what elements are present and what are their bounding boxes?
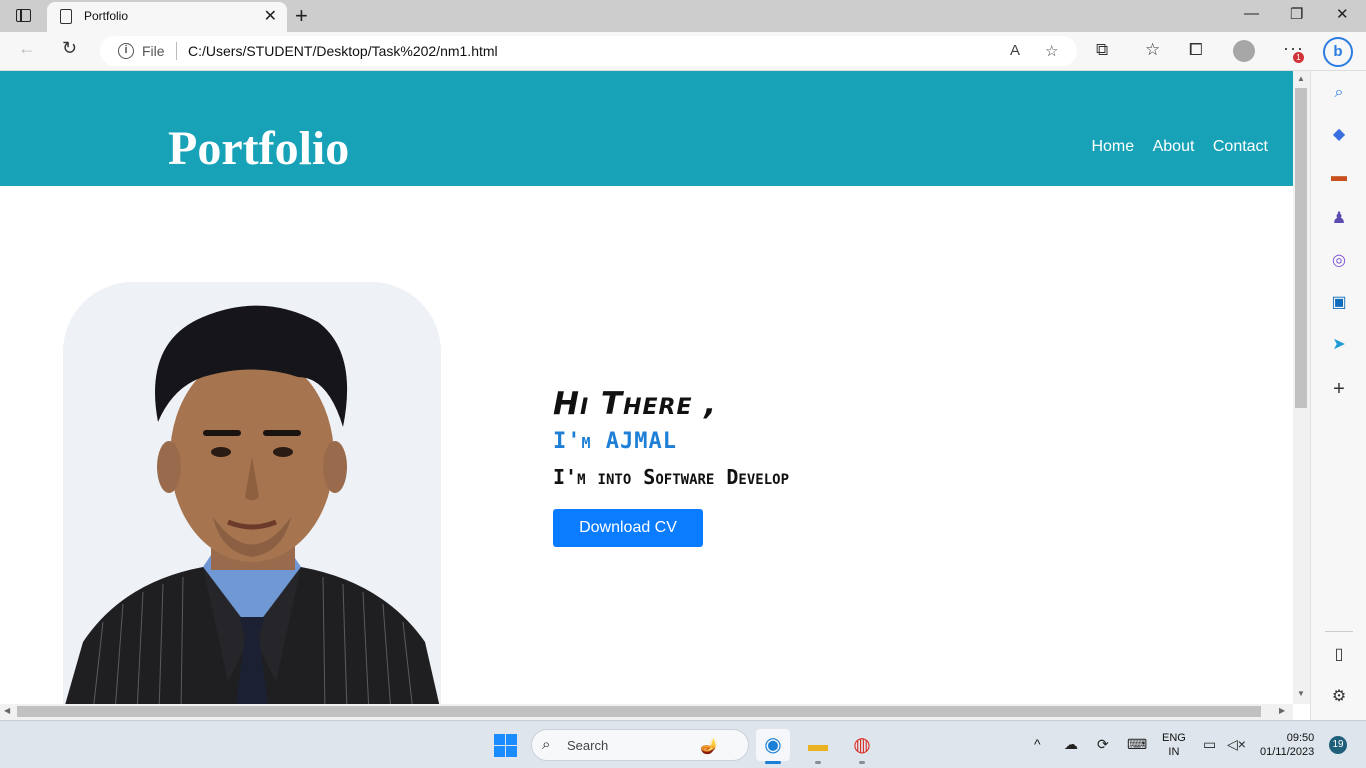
download-cv-button[interactable]: Download CV — [553, 509, 703, 547]
tab-actions-icon[interactable] — [16, 9, 31, 22]
edge-taskbar-icon[interactable]: ◉ — [756, 729, 790, 761]
outlook-icon[interactable]: ▣ — [1329, 293, 1349, 313]
add-favorite-icon[interactable]: ☆ — [1045, 42, 1058, 60]
scroll-up-arrow-icon[interactable]: ▲ — [1297, 74, 1305, 83]
notification-count-badge[interactable]: 19 — [1329, 736, 1347, 754]
refresh-icon[interactable]: ↻ — [62, 38, 77, 59]
divider — [176, 42, 177, 60]
update-icon[interactable]: ⟳ — [1097, 736, 1109, 753]
file-explorer-icon[interactable]: ▬ — [801, 729, 835, 761]
windows-start-icon[interactable] — [494, 734, 517, 757]
nav-link-contact[interactable]: Contact — [1213, 138, 1268, 155]
restore-button[interactable]: ❐ — [1290, 5, 1303, 23]
extensions-icon[interactable]: ⧉ — [1096, 40, 1108, 60]
vertical-scrollbar[interactable]: ▲ ▼ — [1293, 71, 1310, 704]
hero-greeting: Hi There , — [553, 386, 718, 422]
tab-title: Portfolio — [84, 9, 129, 23]
url-text[interactable]: C:/Users/STUDENT/Desktop/Task%202/nm1.ht… — [188, 43, 498, 59]
clock-time: 09:50 — [1286, 732, 1315, 744]
hero-name: I'm AJMAL — [553, 429, 677, 454]
search-placeholder: Search — [567, 738, 609, 753]
hero-role: I'm into Software Develop — [553, 465, 790, 489]
cloud-sync-icon[interactable]: ☁ — [1064, 736, 1078, 753]
clock-date: 01/11/2023 — [1260, 746, 1315, 758]
app-indicator — [859, 761, 865, 764]
lang-line2: IN — [1168, 746, 1180, 758]
close-tab-icon[interactable]: ✕ — [264, 6, 277, 26]
portrait-illustration — [63, 282, 441, 704]
horizontal-scrollbar[interactable]: ◀ ▶ — [0, 704, 1293, 720]
sidebar-divider — [1325, 631, 1353, 632]
browser-toolbar: ← ↻ i File C:/Users/STUDENT/Desktop/Task… — [0, 32, 1366, 71]
microsoft365-icon[interactable]: ◎ — [1329, 251, 1349, 271]
scroll-right-arrow-icon[interactable]: ▶ — [1279, 706, 1285, 715]
site-nav: Home About Contact — [1077, 138, 1268, 156]
read-aloud-icon[interactable]: A — [1010, 42, 1020, 59]
volume-muted-icon[interactable]: ◁× — [1227, 736, 1246, 753]
new-tab-button[interactable]: + — [295, 3, 308, 29]
keyboard-icon[interactable]: ⌨ — [1127, 736, 1147, 753]
scroll-down-arrow-icon[interactable]: ▼ — [1297, 689, 1305, 698]
games-icon[interactable]: ♟ — [1329, 209, 1349, 229]
site-header: Portfolio Home About Contact — [0, 71, 1293, 186]
scroll-left-arrow-icon[interactable]: ◀ — [4, 706, 10, 715]
profile-photo — [63, 282, 441, 704]
scheme-label: File — [142, 43, 165, 59]
minimize-button[interactable]: — — [1244, 5, 1259, 22]
language-indicator[interactable]: ENG IN — [1162, 731, 1186, 759]
horizontal-scroll-thumb[interactable] — [17, 706, 1261, 717]
nav-link-home[interactable]: Home — [1091, 138, 1134, 155]
network-icon[interactable]: ▭ — [1203, 736, 1216, 753]
profile-avatar[interactable] — [1233, 40, 1255, 62]
add-icon[interactable]: + — [1329, 379, 1349, 399]
taskbar-search[interactable]: ⌕ Search 🪔 — [531, 729, 749, 761]
vertical-scroll-thumb[interactable] — [1295, 88, 1307, 408]
address-bar[interactable]: i File C:/Users/STUDENT/Desktop/Task%202… — [100, 36, 1077, 66]
app-indicator — [815, 761, 821, 764]
hide-sidebar-icon[interactable]: ▯ — [1329, 645, 1349, 665]
site-logo[interactable]: Portfolio — [168, 123, 349, 175]
page-icon — [60, 9, 72, 24]
page-viewport: Portfolio Home About Contact Hi There , … — [0, 71, 1293, 704]
chrome-icon[interactable]: ◍ — [845, 729, 879, 761]
favorites-icon[interactable]: ☆ — [1145, 40, 1160, 60]
notification-badge: 1 — [1293, 52, 1304, 63]
system-clock[interactable]: 09:50 01/11/2023 — [1260, 731, 1314, 759]
tools-briefcase-icon[interactable]: ▬ — [1329, 167, 1349, 187]
shopping-tag-icon[interactable]: ◆ — [1329, 125, 1349, 145]
close-window-button[interactable]: ✕ — [1336, 5, 1349, 23]
nav-link-about[interactable]: About — [1153, 138, 1195, 155]
active-app-indicator — [765, 761, 781, 764]
settings-gear-icon[interactable]: ⚙ — [1329, 687, 1349, 707]
tab-portfolio[interactable]: Portfolio ✕ — [47, 2, 287, 32]
edge-sidebar: ⌕ ◆ ▬ ♟ ◎ ▣ ➤ + ▯ ⚙ — [1310, 71, 1366, 720]
lang-line1: ENG — [1162, 732, 1186, 744]
chevron-up-icon[interactable]: ^ — [1034, 736, 1041, 752]
info-icon[interactable]: i — [118, 43, 134, 59]
send-icon[interactable]: ➤ — [1329, 335, 1349, 355]
collections-icon[interactable]: ⧠ — [1189, 40, 1203, 60]
back-arrow-icon[interactable]: ← — [18, 38, 36, 59]
hero-section: Hi There , I'm AJMAL I'm into Software D… — [553, 381, 789, 547]
browser-titlebar: Portfolio ✕ + — ❐ ✕ — [0, 0, 1366, 32]
windows-taskbar: ⌕ Search 🪔 ◉ ▬ ◍ ^ ☁ ⟳ ⌨ ENG IN ▭ ◁× 09:… — [0, 720, 1366, 768]
search-icon[interactable]: ⌕ — [1329, 83, 1349, 103]
bing-copilot-icon[interactable]: b — [1323, 37, 1353, 67]
search-icon: ⌕ — [542, 736, 551, 753]
search-highlight-icon: 🪔 — [700, 738, 719, 755]
